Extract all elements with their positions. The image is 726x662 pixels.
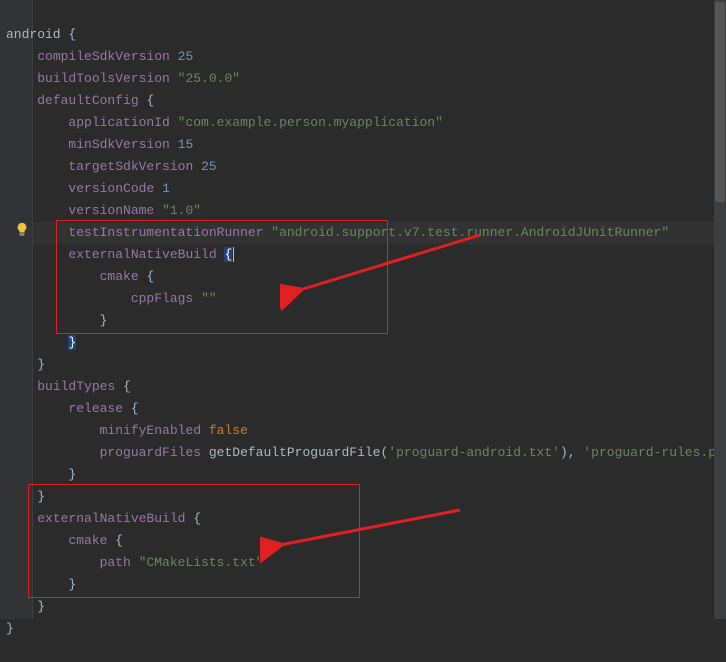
text-cursor — [233, 247, 234, 262]
code-content: android { compileSdkVersion 25 buildTool… — [6, 2, 726, 662]
vertical-scrollbar[interactable] — [714, 0, 726, 619]
code-editor[interactable]: android { compileSdkVersion 25 buildTool… — [0, 0, 726, 619]
code-token: android { — [6, 27, 76, 42]
scrollbar-thumb[interactable] — [715, 2, 725, 202]
